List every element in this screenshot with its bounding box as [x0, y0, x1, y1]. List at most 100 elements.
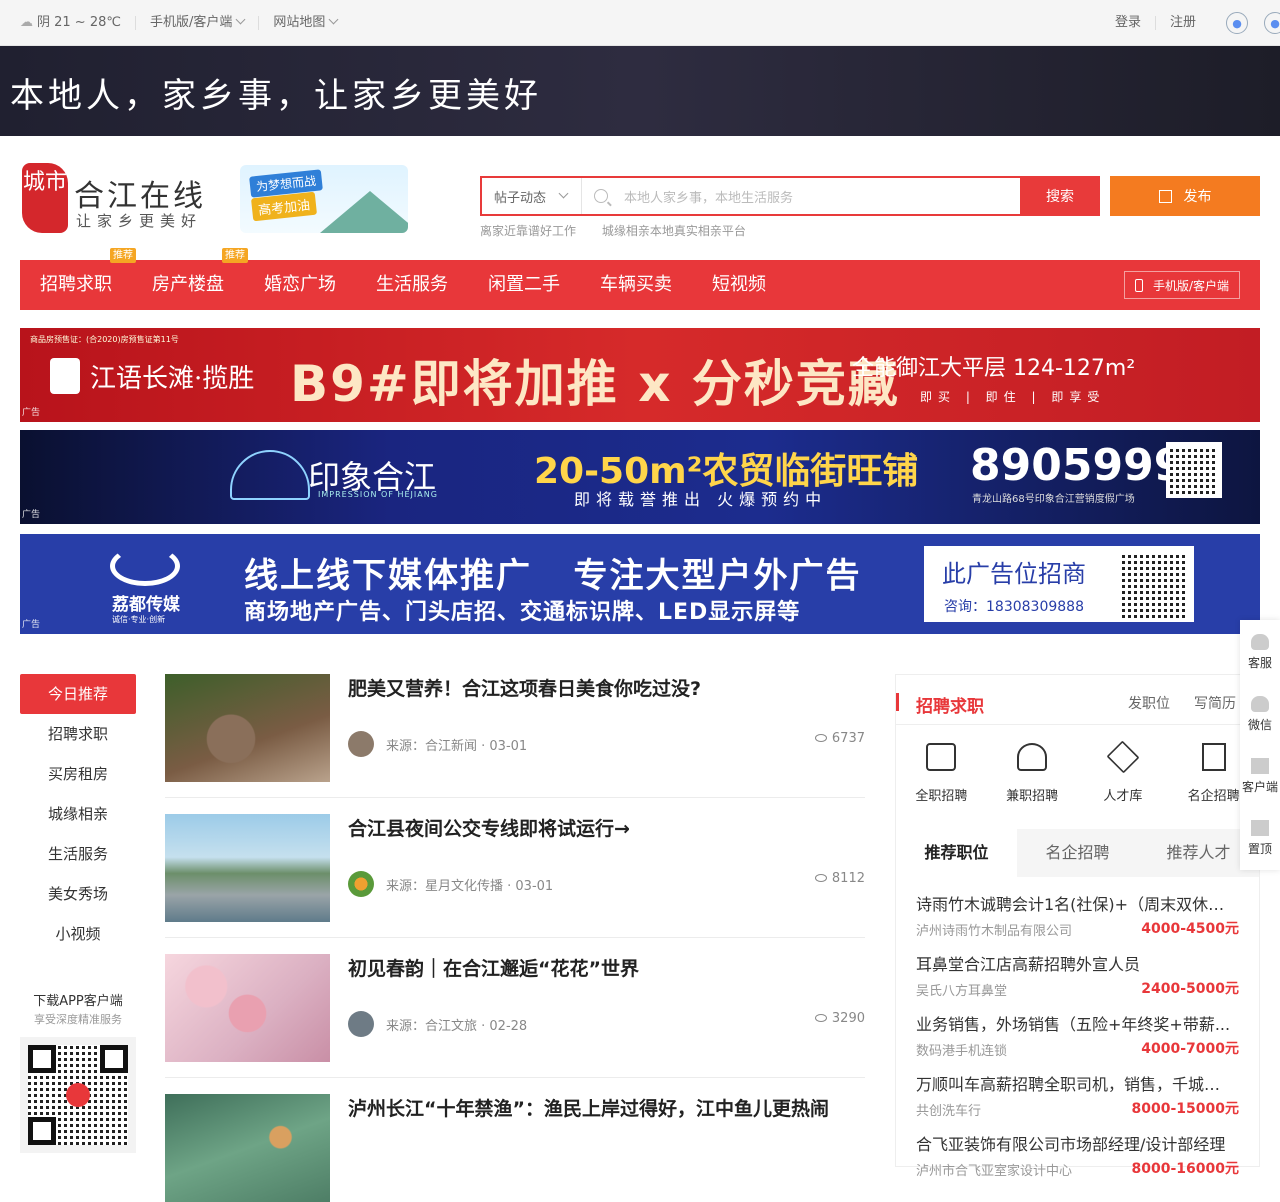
left-nav-beauty[interactable]: 美女秀场 [20, 874, 136, 914]
job-title[interactable]: 业务销售，外场销售（五险+年终奖+带薪... [916, 1011, 1232, 1035]
nav-item-vehicles[interactable]: 车辆买卖 [600, 260, 672, 310]
news-title[interactable]: 初见春韵｜在合江邂逅“花花”世界 [348, 956, 858, 983]
jobs-tabs: 推荐职位 名企招聘 推荐人才 [896, 829, 1259, 877]
bridge-logo-icon [230, 450, 310, 500]
ad-banner-real-estate[interactable]: 商品房预售证：(合2020)房预售证第11号 江语长滩·揽胜 B9#即将加推 x… [20, 328, 1260, 422]
job-title[interactable]: 万顺叫车高薪招聘全职司机，销售，千城万... [916, 1071, 1232, 1095]
hot-search-link[interactable]: 离家近靠谱好工作 [480, 224, 576, 238]
job-listing[interactable]: 业务销售，外场销售（五险+年终奖+带薪... 数码港手机连锁 4000-7000… [916, 1011, 1239, 1061]
hero-banner: 本地人，家乡事，让家乡更美好 [0, 46, 1280, 136]
phone-icon [1134, 278, 1143, 292]
job-salary: 4000-7000元 [1141, 1041, 1239, 1057]
left-nav: 今日推荐 招聘求职 买房租房 城缘相亲 生活服务 美女秀场 小视频 [20, 674, 136, 954]
write-resume-link[interactable]: 写简历 [1194, 693, 1236, 713]
nav-item-life-services[interactable]: 生活服务 [376, 260, 448, 310]
publish-button[interactable]: 发布 [1110, 176, 1260, 216]
news-source: 来源：合江文旅 · 02-28 [386, 1018, 528, 1034]
weather-info: ☁ 阴 21 ~ 28℃ [20, 16, 136, 30]
news-thumbnail[interactable] [165, 1094, 330, 1202]
job-listing[interactable]: 耳鼻堂合江店高薪招聘外宣人员 吴氏八方耳鼻堂 2400-5000元 [916, 951, 1239, 1001]
tab-famous-companies[interactable]: 名企招聘 [1017, 829, 1138, 877]
jobs-panel-title[interactable]: 招聘求职 [916, 692, 984, 717]
search-input[interactable]: 本地人家乡事，本地生活服务 [582, 178, 1020, 214]
customer-service-button[interactable]: 客服 [1240, 620, 1280, 682]
mobile-app-button[interactable]: 手机版/客户端 [1123, 271, 1240, 299]
hot-search-link[interactable]: 城缘相亲本地真实相亲平台 [602, 224, 746, 238]
news-item[interactable]: 泸州长江“十年禁渔”：渔民上岸过得好，江中鱼儿更热闹 [165, 1094, 865, 1202]
site-logo[interactable]: 城市 合江在线 让家乡更美好 [22, 163, 222, 235]
app-qr-code[interactable] [20, 1037, 136, 1153]
ad-contact-box: 此广告位招商 咨询：18308309888 [924, 546, 1194, 622]
news-thumbnail[interactable] [165, 674, 330, 782]
arrow-up-icon [1251, 820, 1269, 836]
promo-banner[interactable]: 为梦想而战 高考加油 [240, 165, 408, 233]
job-salary: 4000-4500元 [1141, 921, 1239, 937]
avatar [348, 1011, 374, 1037]
job-listing[interactable]: 诗雨竹木诚聘会计1名(社保)+（周末双休）... 泸州诗雨竹木制品有限公司 40… [916, 891, 1239, 941]
news-source: 来源：合江新闻 · 03-01 [386, 738, 528, 754]
wechat-button[interactable]: 微信 [1240, 682, 1280, 744]
view-count: 8112 [814, 871, 865, 886]
building-icon [1201, 743, 1226, 771]
top-bar: ☁ 阴 21 ~ 28℃ 手机版/客户端 网站地图 登录 注册 ● ● [0, 0, 1280, 46]
side-float-toolbar: 客服 微信 客户端 置顶 [1240, 620, 1280, 870]
search-bar: 帖子动态 本地人家乡事，本地生活服务 搜索 [480, 176, 1100, 216]
divider [165, 937, 865, 938]
divider [165, 797, 865, 798]
user-clock-icon [1017, 743, 1048, 771]
hero-slogan: 本地人，家乡事，让家乡更美好 [10, 76, 542, 116]
client-app-button[interactable]: 客户端 [1240, 744, 1280, 806]
job-cat-talent[interactable]: 人才库 [1078, 725, 1169, 829]
news-title[interactable]: 合江县夜间公交专线即将试运行→ [348, 816, 858, 843]
ad-banner-media[interactable]: 荔都传媒 诚信·专业·创新 线上线下媒体推广 专注大型户外广告 商场地产广告、门… [20, 534, 1260, 634]
job-title[interactable]: 合飞亚装饰有限公司市场部经理/设计部经理 [916, 1131, 1232, 1155]
left-nav-housing[interactable]: 买房租房 [20, 754, 136, 794]
site-name: 合江在线 [74, 179, 206, 214]
post-job-link[interactable]: 发职位 [1128, 693, 1170, 713]
wechat-icon [1251, 696, 1269, 712]
job-title[interactable]: 耳鼻堂合江店高薪招聘外宣人员 [916, 951, 1232, 975]
news-item[interactable]: 肥美又营养！合江这项春日美食你吃过没? 来源：合江新闻 · 03-01 6737 [165, 674, 865, 782]
job-listing[interactable]: 合飞亚装饰有限公司市场部经理/设计部经理 泸州市合飞亚室家设计中心 8000-1… [916, 1131, 1239, 1181]
job-cat-fulltime[interactable]: 全职招聘 [896, 725, 987, 829]
job-title[interactable]: 诗雨竹木诚聘会计1名(社保)+（周末双休）... [916, 891, 1232, 915]
job-listing[interactable]: 万顺叫车高薪招聘全职司机，销售，千城万... 共创洗车行 8000-15000元 [916, 1071, 1239, 1121]
back-to-top-button[interactable]: 置顶 [1240, 806, 1280, 868]
left-nav-life[interactable]: 生活服务 [20, 834, 136, 874]
news-thumbnail[interactable] [165, 814, 330, 922]
login-link[interactable]: 登录 [1101, 16, 1156, 30]
ad-banner-shops[interactable]: 印象合江 IMPRESSION OF HEJIANG 20-50m²农贸临街旺铺… [20, 430, 1260, 524]
job-salary: 2400-5000元 [1141, 981, 1239, 997]
job-cat-parttime[interactable]: 兼职招聘 [987, 725, 1078, 829]
news-title[interactable]: 肥美又营养！合江这项春日美食你吃过没? [348, 676, 858, 703]
qr-code [1120, 550, 1190, 620]
nav-item-dating[interactable]: 婚恋广场 [264, 260, 336, 310]
avatar [348, 731, 374, 757]
search-category-select[interactable]: 帖子动态 [482, 178, 582, 214]
news-thumbnail[interactable] [165, 954, 330, 1062]
register-link[interactable]: 注册 [1156, 16, 1210, 30]
mountain-graphic [320, 191, 408, 233]
wechat-login-icon[interactable]: ● [1226, 12, 1248, 34]
left-nav-today[interactable]: 今日推荐 [20, 674, 136, 714]
chevron-down-icon [328, 14, 339, 25]
hot-searches: 离家近靠谱好工作 城缘相亲本地真实相亲平台 [480, 222, 768, 239]
nav-item-jobs[interactable]: 招聘求职 [40, 260, 112, 310]
news-item[interactable]: 初见春韵｜在合江邂逅“花花”世界 来源：合江文旅 · 02-28 3290 [165, 954, 865, 1062]
left-nav-video[interactable]: 小视频 [20, 914, 136, 954]
sitemap-link[interactable]: 网站地图 [259, 14, 351, 30]
mobile-version-link[interactable]: 手机版/客户端 [136, 14, 260, 30]
cloud-icon: ☁ [20, 15, 33, 30]
nav-item-short-video[interactable]: 短视频 [712, 260, 766, 310]
news-item[interactable]: 合江县夜间公交专线即将试运行→ 来源：星月文化传播 · 03-01 8112 [165, 814, 865, 922]
search-button[interactable]: 搜索 [1020, 176, 1100, 216]
news-title[interactable]: 泸州长江“十年禁渔”：渔民上岸过得好，江中鱼儿更热闹 [348, 1096, 858, 1123]
nav-item-second-hand[interactable]: 闲置二手 [488, 260, 560, 310]
left-nav-dating[interactable]: 城缘相亲 [20, 794, 136, 834]
left-nav-jobs[interactable]: 招聘求职 [20, 714, 136, 754]
jobs-panel-header: 招聘求职 发职位 写简历 [896, 675, 1259, 725]
qq-login-icon[interactable]: ● [1264, 12, 1280, 34]
tab-recommended-jobs[interactable]: 推荐职位 [896, 829, 1017, 877]
nav-item-realestate[interactable]: 房产楼盘 [152, 260, 224, 310]
chevron-down-icon [558, 188, 569, 198]
